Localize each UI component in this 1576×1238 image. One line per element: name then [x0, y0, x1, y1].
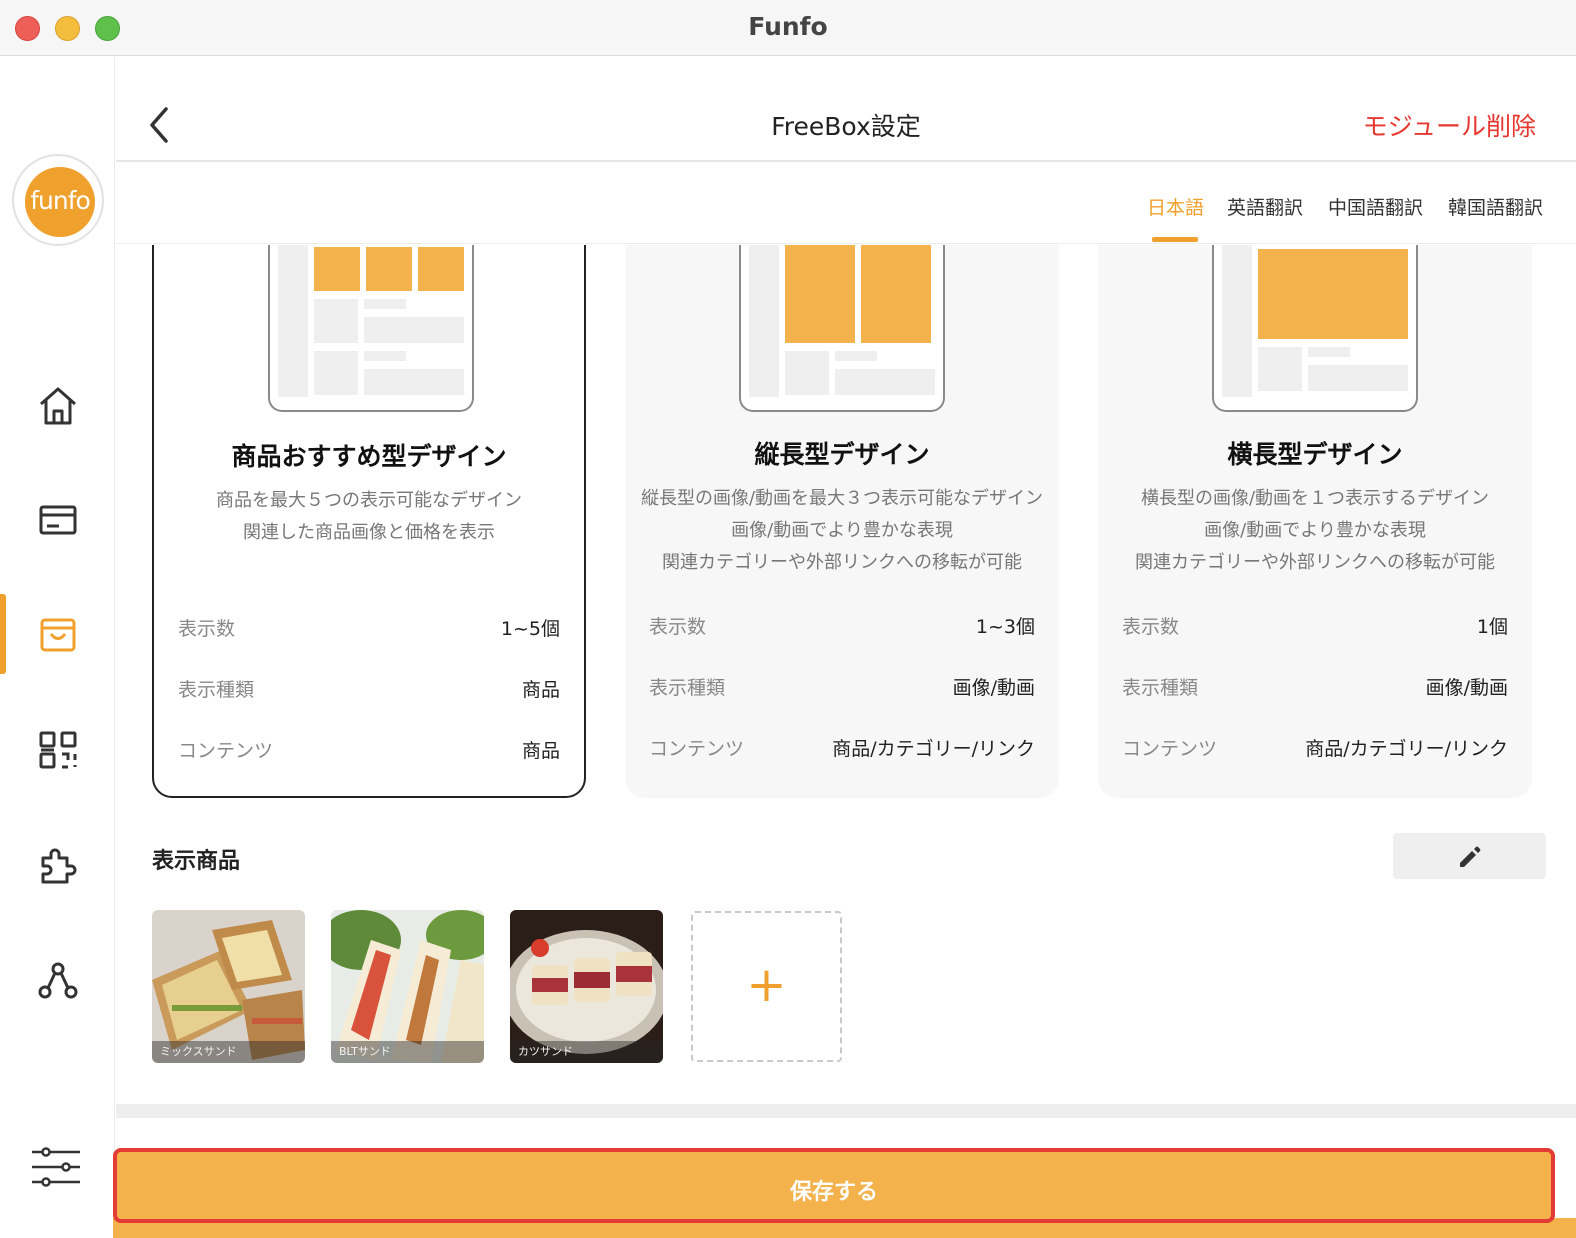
- tab-chinese[interactable]: 中国語翻訳: [1328, 193, 1423, 220]
- card-desc-line: 縦長型の画像/動画を最大３つ表示可能なデザイン: [640, 488, 1044, 509]
- tab-japanese[interactable]: 日本語: [1147, 193, 1204, 220]
- sidebar-item-network[interactable]: [0, 939, 115, 1019]
- page-header: FreeBox設定 モジュール削除: [116, 57, 1576, 162]
- spec-label: コンテンツ: [178, 740, 274, 762]
- active-tab-underline: [1152, 237, 1198, 242]
- spec-value: 商品/カテゴリー/リンク: [1305, 738, 1508, 760]
- product-thumbnail[interactable]: ミックスサンド: [152, 910, 305, 1063]
- spec-label: 表示数: [1122, 616, 1180, 638]
- spec-value: 1個: [1476, 616, 1508, 638]
- window-title: Funfo: [748, 12, 828, 41]
- design-card-vertical[interactable]: 縦長型デザイン 縦長型の画像/動画を最大３つ表示可能なデザイン 画像/動画でより…: [625, 245, 1059, 798]
- design-card-horizontal[interactable]: 横長型デザイン 横長型の画像/動画を１つ表示するデザイン 画像/動画でより豊かな…: [1098, 245, 1532, 798]
- save-button[interactable]: 保存する: [113, 1148, 1555, 1223]
- sliders-icon: [32, 1147, 80, 1187]
- spec-value: 商品: [521, 679, 560, 701]
- card-desc-line: 画像/動画でより豊かな表現: [731, 520, 953, 541]
- pencil-icon: [1460, 846, 1481, 867]
- qr-code-icon: [39, 731, 77, 769]
- spec-label: コンテンツ: [1122, 738, 1218, 760]
- sidebar-item-shop[interactable]: [0, 594, 115, 674]
- app-logo[interactable]: funfo: [12, 154, 104, 246]
- network-icon: [38, 962, 78, 999]
- card-icon: [39, 505, 77, 535]
- add-product-button[interactable]: +: [691, 911, 842, 1062]
- sidebar-item-qr[interactable]: [0, 709, 115, 789]
- page-title: FreeBox設定: [771, 112, 921, 141]
- spec-label: 表示数: [649, 616, 707, 638]
- language-tabs: 日本語 英語翻訳 中国語翻訳 韓国語翻訳: [116, 163, 1576, 244]
- card-title: 横長型デザイン: [1227, 440, 1403, 469]
- spec-label: コンテンツ: [649, 738, 745, 760]
- plus-icon: +: [746, 957, 787, 1013]
- product-caption: カツサンド: [510, 1041, 663, 1063]
- shopping-bag-icon: [40, 618, 76, 652]
- sidebar-item-home[interactable]: [0, 365, 115, 445]
- card-desc-line: 画像/動画でより豊かな表現: [1204, 520, 1426, 541]
- puzzle-icon: [41, 848, 77, 884]
- sidebar-item-settings[interactable]: [0, 1124, 115, 1204]
- product-thumbnail[interactable]: カツサンド: [510, 910, 663, 1063]
- spec-value: 画像/動画: [952, 677, 1035, 699]
- design-preview: [739, 245, 945, 412]
- sidebar-item-plugin[interactable]: [0, 824, 115, 904]
- design-card-recommend[interactable]: 商品おすすめ型デザイン 商品を最大５つの表示可能なデザイン 関連した商品画像と価…: [152, 245, 586, 798]
- logo-text: funfo: [25, 167, 95, 237]
- card-title: 縦長型デザイン: [754, 440, 930, 469]
- spec-label: 表示種類: [649, 677, 726, 699]
- card-desc-line: 関連カテゴリーや外部リンクへの移転が可能: [662, 552, 1022, 573]
- design-preview: [1212, 245, 1418, 412]
- design-preview: [268, 245, 474, 412]
- spec-value: 商品/カテゴリー/リンク: [832, 738, 1035, 760]
- spec-label: 表示種類: [178, 679, 255, 701]
- card-desc-line: 関連カテゴリーや外部リンクへの移転が可能: [1135, 552, 1495, 573]
- card-desc-line: 横長型の画像/動画を１つ表示するデザイン: [1140, 488, 1490, 509]
- edit-products-button[interactable]: [1393, 833, 1546, 879]
- spec-value: 1~3個: [975, 616, 1035, 638]
- section-divider: [116, 1104, 1576, 1118]
- card-desc-line: 関連した商品画像と価格を表示: [243, 522, 495, 543]
- home-icon: [40, 387, 76, 425]
- title-bar: Funfo: [0, 0, 1576, 56]
- active-indicator: [0, 594, 6, 674]
- save-button-label: 保存する: [789, 1180, 878, 1205]
- sidebar: funfo: [0, 57, 115, 1238]
- delete-module-button[interactable]: モジュール削除: [1363, 107, 1536, 143]
- spec-label: 表示数: [178, 618, 236, 640]
- spec-value: 1~5個: [500, 618, 560, 640]
- tab-english[interactable]: 英語翻訳: [1227, 193, 1303, 220]
- main-content: 商品おすすめ型デザイン 商品を最大５つの表示可能なデザイン 関連した商品画像と価…: [116, 245, 1576, 1105]
- spec-value: 商品: [521, 740, 560, 762]
- tab-korean[interactable]: 韓国語翻訳: [1448, 193, 1543, 220]
- product-thumbnail[interactable]: BLTサンド: [331, 910, 484, 1063]
- product-caption: BLTサンド: [331, 1041, 484, 1063]
- product-caption: ミックスサンド: [152, 1041, 305, 1063]
- sidebar-item-card[interactable]: [0, 479, 115, 559]
- card-desc-line: 商品を最大５つの表示可能なデザイン: [216, 490, 522, 511]
- spec-value: 画像/動画: [1425, 677, 1508, 699]
- spec-label: 表示種類: [1122, 677, 1199, 699]
- section-title: 表示商品: [152, 849, 241, 874]
- card-title: 商品おすすめ型デザイン: [231, 442, 507, 471]
